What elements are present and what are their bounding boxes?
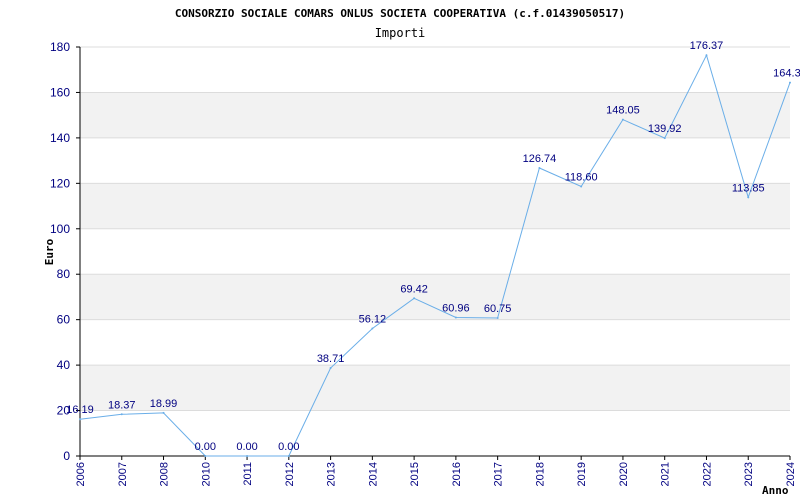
x-tick-label: 2013 — [326, 462, 338, 486]
data-point — [371, 327, 374, 330]
data-label: 60.75 — [484, 303, 512, 315]
chart-title: CONSORZIO SOCIALE COMARS ONLUS SOCIETA C… — [175, 7, 625, 20]
data-point — [120, 413, 123, 416]
x-tick-label: 2017 — [493, 462, 505, 486]
x-tick-label: 2007 — [117, 462, 129, 486]
y-tick-label: 140 — [50, 131, 70, 145]
y-tick-label: 120 — [50, 176, 70, 190]
data-point — [287, 455, 290, 457]
data-point — [413, 297, 416, 300]
data-label: 18.37 — [108, 399, 136, 411]
data-point — [246, 455, 249, 457]
y-tick-label: 0 — [63, 449, 70, 463]
data-point — [204, 455, 207, 457]
x-axis-label: Anno — [762, 484, 789, 497]
grid-band — [80, 365, 790, 411]
data-label: 60.96 — [442, 302, 470, 314]
y-tick-label: 100 — [50, 222, 70, 236]
x-tick-label: 2006 — [75, 462, 87, 486]
data-label: 148.05 — [606, 105, 640, 117]
x-tick-label: 2023 — [743, 462, 755, 486]
data-label: 176.37 — [690, 40, 724, 52]
data-label: 56.12 — [359, 313, 387, 325]
grid-band — [80, 274, 790, 320]
x-tick-label: 2010 — [200, 462, 212, 486]
x-tick-label: 2020 — [618, 462, 630, 486]
data-label: 164.32 — [773, 68, 800, 80]
data-point — [747, 196, 750, 199]
data-label: 18.99 — [150, 398, 178, 410]
chart-subtitle: Importi — [375, 26, 426, 40]
line-chart: CONSORZIO SOCIALE COMARS ONLUS SOCIETA C… — [43, 7, 800, 497]
data-label: 0.00 — [278, 441, 299, 453]
x-tick-label: 2022 — [701, 462, 713, 486]
x-tick-label: 2016 — [451, 462, 463, 486]
data-point — [162, 411, 165, 414]
x-tick-label: 2015 — [409, 462, 421, 486]
y-tick-label: 180 — [50, 40, 70, 54]
data-point — [496, 316, 499, 319]
grid-band — [80, 183, 790, 229]
y-tick-label: 160 — [50, 85, 70, 99]
y-tick-label: 60 — [57, 313, 71, 327]
data-point — [705, 54, 708, 57]
x-tick-label: 2018 — [534, 462, 546, 486]
data-label: 113.85 — [732, 182, 765, 194]
data-point — [79, 418, 81, 421]
data-point — [580, 185, 583, 188]
background-bands — [80, 92, 790, 411]
x-tick-label: 2021 — [660, 462, 672, 486]
x-tick-label: 2011 — [242, 462, 254, 486]
x-tick-label: 2008 — [159, 462, 171, 486]
data-label: 126.74 — [523, 153, 557, 165]
data-label: 38.71 — [317, 353, 345, 365]
data-point — [454, 316, 457, 319]
x-axis-ticks: 2006 2007 2008 2010 2011 2012 2013 2014 2015 2016… — [75, 456, 797, 486]
data-point — [621, 118, 624, 121]
x-tick-label: 2012 — [284, 462, 296, 486]
x-tick-label: 2019 — [576, 462, 588, 486]
data-label: 16.19 — [66, 404, 94, 416]
data-point — [538, 167, 541, 170]
grid-band — [80, 92, 790, 138]
data-point — [329, 367, 332, 370]
data-label: 69.42 — [400, 283, 428, 295]
y-tick-label: 40 — [57, 358, 71, 372]
data-point — [663, 137, 666, 140]
x-tick-label: 2024 — [785, 462, 797, 486]
y-axis-label: Euro — [43, 238, 56, 265]
data-label: 118.60 — [565, 172, 598, 184]
y-tick-label: 80 — [57, 267, 71, 281]
x-tick-label: 2014 — [367, 462, 379, 486]
data-label: 0.00 — [195, 441, 216, 453]
data-label: 139.92 — [648, 123, 682, 135]
data-point — [789, 81, 791, 84]
data-label: 0.00 — [236, 441, 257, 453]
